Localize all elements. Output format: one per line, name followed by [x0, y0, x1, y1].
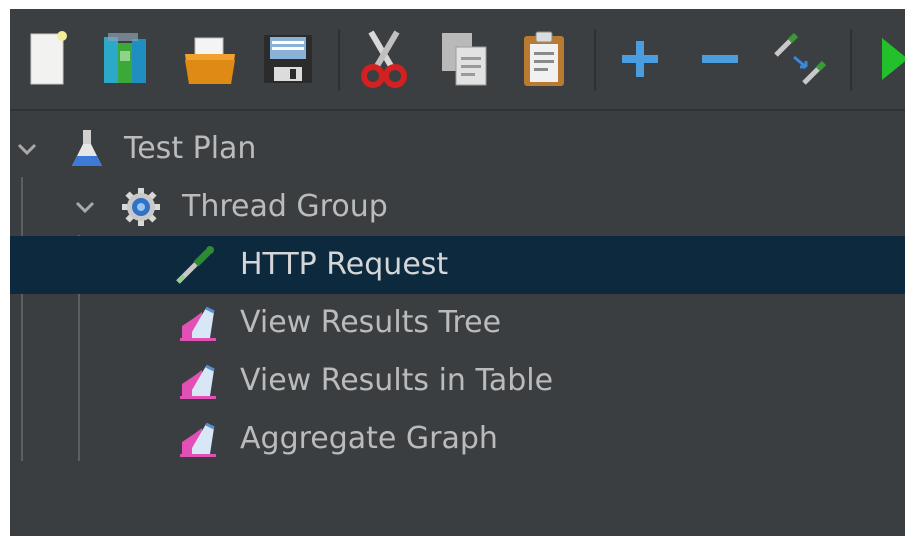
plus-icon — [622, 41, 658, 77]
tree-node-label: HTTP Request — [240, 247, 449, 282]
tree-node-label: View Results in Table — [240, 363, 554, 398]
copy-icon — [442, 33, 487, 86]
listener-graph-icon — [180, 364, 216, 399]
gear-icon — [122, 188, 160, 226]
paste-button[interactable] — [514, 27, 574, 91]
tree-node-label: View Results Tree — [240, 305, 502, 340]
tree-node-aggregate-graph[interactable]: Aggregate Graph — [10, 410, 905, 468]
listener-graph-icon — [180, 306, 216, 341]
copy-button[interactable] — [434, 27, 494, 91]
test-plan-tree: Test Plan Thread Group HTTP Request View… — [10, 111, 905, 536]
chevron-down-icon[interactable] — [14, 136, 40, 162]
templates-button[interactable] — [94, 27, 154, 91]
pipette-icon — [176, 246, 214, 284]
toolbar — [10, 9, 905, 111]
tree-node-label: Aggregate Graph — [240, 421, 498, 456]
tree-node-label: Thread Group — [182, 189, 388, 224]
scissors-icon — [361, 30, 407, 88]
toggle-button[interactable] — [770, 27, 830, 91]
new-button[interactable] — [18, 27, 78, 91]
start-button[interactable] — [868, 27, 905, 91]
toolbar-separator — [850, 29, 852, 91]
tree-node-thread-group[interactable]: Thread Group — [10, 178, 905, 236]
tree-node-view-results-in-table[interactable]: View Results in Table — [10, 352, 905, 410]
open-button[interactable] — [180, 27, 240, 91]
listener-graph-icon — [180, 422, 216, 457]
cut-button[interactable] — [354, 27, 414, 91]
toolbar-separator — [594, 29, 596, 91]
open-folder-icon — [185, 37, 235, 84]
toolbar-separator — [338, 29, 340, 91]
play-icon — [882, 38, 905, 80]
tree-node-http-request[interactable]: HTTP Request — [10, 236, 905, 294]
save-button[interactable] — [258, 27, 318, 91]
expand-all-button[interactable] — [610, 27, 670, 91]
tree-node-test-plan[interactable]: Test Plan — [10, 120, 905, 178]
flask-icon — [72, 130, 102, 166]
floppy-save-icon — [264, 35, 312, 83]
chevron-down-icon[interactable] — [72, 194, 98, 220]
minus-icon — [702, 55, 738, 63]
collapse-all-button[interactable] — [690, 27, 750, 91]
clipboard-paste-icon — [524, 31, 564, 86]
templates-books-icon — [104, 33, 146, 83]
new-document-icon — [30, 31, 67, 85]
pipette-toggle-icon — [774, 32, 827, 85]
tree-node-label: Test Plan — [124, 131, 257, 166]
tree-node-view-results-tree[interactable]: View Results Tree — [10, 294, 905, 352]
app-window: Test Plan Thread Group HTTP Request View… — [10, 9, 905, 536]
